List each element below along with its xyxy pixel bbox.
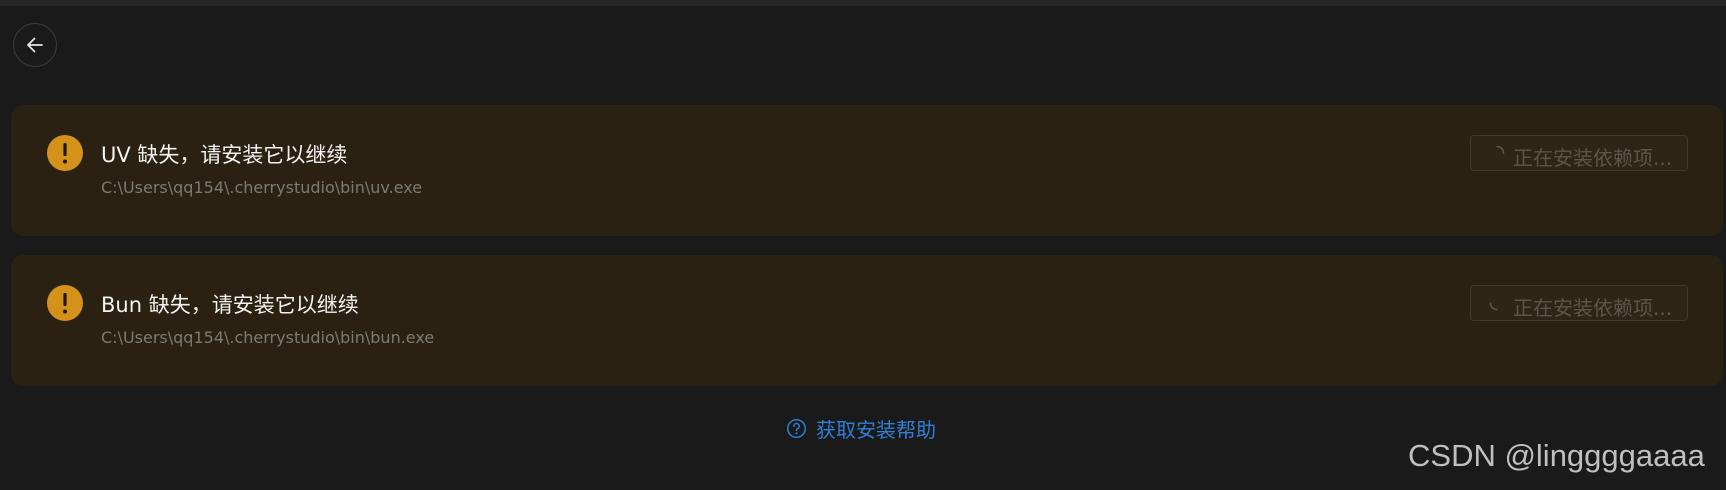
installing-dependencies-button[interactable]: 正在安装依赖项... bbox=[1470, 135, 1688, 171]
installing-dependencies-button[interactable]: 正在安装依赖项... bbox=[1470, 285, 1688, 321]
dependency-title: UV 缺失，请安装它以继续 bbox=[101, 143, 348, 167]
install-button-label: 正在安装依赖项... bbox=[1513, 296, 1673, 320]
bun-missing-card: Bun 缺失，请安装它以继续 C:\Users\qq154\.cherrystu… bbox=[11, 255, 1723, 386]
exclamation-icon bbox=[47, 135, 83, 171]
loading-spinner-icon bbox=[1489, 302, 1498, 311]
question-circle-icon bbox=[786, 418, 807, 439]
uv-missing-card: UV 缺失，请安装它以继续 C:\Users\qq154\.cherrystud… bbox=[11, 105, 1723, 236]
install-button-label: 正在安装依赖项... bbox=[1513, 146, 1673, 170]
back-button[interactable] bbox=[13, 23, 57, 67]
installation-help-link[interactable]: 获取安装帮助 bbox=[786, 414, 936, 443]
help-link-label: 获取安装帮助 bbox=[816, 418, 936, 442]
dependency-path: C:\Users\qq154\.cherrystudio\bin\bun.exe bbox=[101, 328, 435, 347]
watermark-text: CSDN @linggggaaaa bbox=[1408, 438, 1705, 473]
dependency-title: Bun 缺失，请安装它以继续 bbox=[101, 293, 359, 317]
arrow-left-icon bbox=[27, 37, 43, 53]
top-bar bbox=[0, 0, 1726, 6]
dependency-path: C:\Users\qq154\.cherrystudio\bin\uv.exe bbox=[101, 178, 423, 197]
loading-spinner-icon bbox=[1496, 145, 1505, 154]
exclamation-icon bbox=[47, 285, 83, 321]
